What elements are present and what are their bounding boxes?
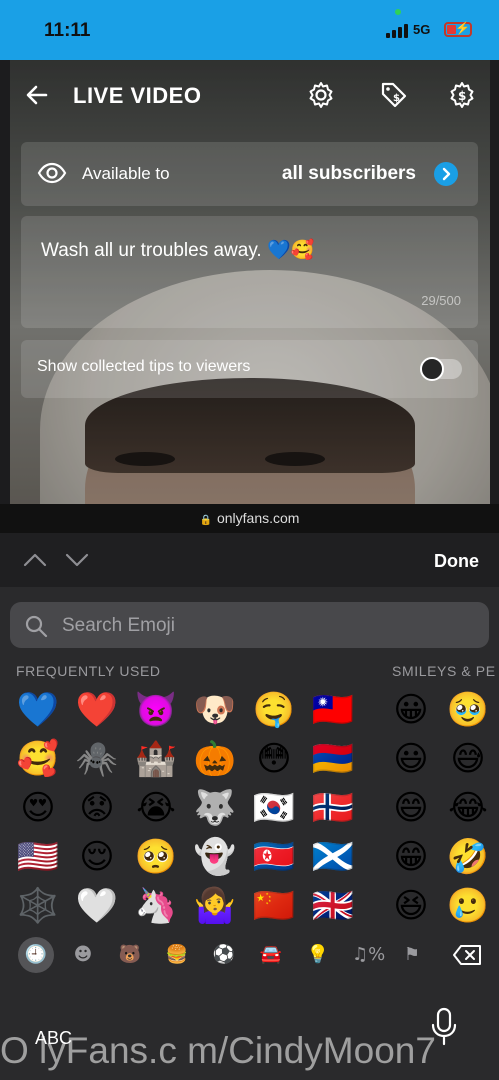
privacy-dot-icon xyxy=(395,9,401,15)
emoji-key[interactable]: 😄 xyxy=(386,783,436,833)
emoji-key[interactable]: 🥲 xyxy=(443,881,493,931)
stream-description-field[interactable]: Wash all ur troubles away. 💙🥰 29/500 xyxy=(21,216,478,328)
emoji-key[interactable]: 🇺🇸 xyxy=(13,832,63,882)
chevron-right-icon[interactable] xyxy=(434,162,458,186)
price-tag-icon[interactable]: $ xyxy=(379,80,409,110)
tip-settings-icon[interactable]: $ xyxy=(447,80,477,110)
live-video-header: LIVE VIDEO $ $ xyxy=(10,60,490,132)
smileys-icon[interactable]: ☻ xyxy=(70,942,96,968)
emoji-key[interactable]: 🇹🇼 xyxy=(308,685,358,735)
emoji-key[interactable]: ❤️ xyxy=(72,685,122,735)
network-label: 5G xyxy=(413,22,431,37)
emoji-key[interactable]: 🐺 xyxy=(190,783,240,833)
status-bar: 11:11 5G ⚡ xyxy=(0,0,499,60)
emoji-search-placeholder: Search Emoji xyxy=(62,615,175,636)
emoji-key[interactable]: 😀 xyxy=(386,685,436,735)
page-title: LIVE VIDEO xyxy=(73,83,202,108)
emoji-key[interactable]: 🇬🇧 xyxy=(308,881,358,931)
emoji-key[interactable]: 🕷️ xyxy=(72,734,122,784)
emoji-key[interactable]: 💙 xyxy=(13,685,63,735)
emoji-key[interactable]: 🇰🇵 xyxy=(249,832,299,882)
emoji-keyboard: Search Emoji FREQUENTLY USED SMILEYS & P… xyxy=(0,587,499,1080)
objects-icon[interactable]: 💡 xyxy=(305,942,331,968)
food-icon[interactable]: 🍔 xyxy=(164,942,190,968)
watermark-text: O lyFans.c m/CindyMoon7 xyxy=(0,1030,436,1071)
emoji-key[interactable]: 🎃 xyxy=(190,734,240,784)
svg-text:$: $ xyxy=(458,89,466,103)
emoji-key[interactable]: 😅 xyxy=(443,734,493,784)
section-smileys: SMILEYS & PE xyxy=(392,663,496,679)
emoji-key[interactable]: 🇨🇳 xyxy=(249,881,299,931)
recent-icon[interactable]: 🕘 xyxy=(18,937,54,973)
activity-icon[interactable]: ⚽ xyxy=(211,942,237,968)
emoji-search-input[interactable]: Search Emoji xyxy=(10,602,489,648)
chevron-down-icon[interactable] xyxy=(64,547,90,573)
character-counter: 29/500 xyxy=(421,293,461,308)
emoji-key[interactable]: 🕸️ xyxy=(13,881,63,931)
back-arrow-icon[interactable] xyxy=(24,82,50,108)
status-time: 11:11 xyxy=(44,20,91,41)
emoji-key[interactable]: 🦄 xyxy=(131,881,181,931)
emoji-key[interactable]: 🤷‍♀️ xyxy=(190,881,240,931)
browser-url-bar: 🔒 onlyfans.com xyxy=(0,504,499,533)
flags-icon[interactable]: ⚑ xyxy=(399,942,425,968)
search-icon xyxy=(25,615,48,638)
availability-selector[interactable]: Available to all subscribers xyxy=(21,142,478,206)
emoji-key[interactable]: 🏴󠁧󠁢󠁳󠁣󠁴󠁿 xyxy=(308,832,358,882)
chevron-up-icon[interactable] xyxy=(22,547,48,573)
emoji-key[interactable]: 🇳🇴 xyxy=(308,783,358,833)
emoji-key[interactable]: 😭 xyxy=(131,783,181,833)
signal-icon xyxy=(386,24,410,38)
emoji-key[interactable]: 🥹 xyxy=(443,685,493,735)
emoji-key[interactable]: 🤣 xyxy=(443,832,493,882)
done-button[interactable]: Done xyxy=(434,551,479,572)
emoji-key[interactable]: 👻 xyxy=(190,832,240,882)
section-frequently-used: FREQUENTLY USED xyxy=(16,663,161,679)
emoji-key[interactable]: 🤤 xyxy=(249,685,299,735)
svg-text:$: $ xyxy=(393,93,400,104)
emoji-key[interactable]: 😆 xyxy=(386,881,436,931)
show-tips-toggle[interactable] xyxy=(420,357,462,381)
travel-icon[interactable]: 🚘 xyxy=(258,942,284,968)
emoji-key[interactable]: 😂 xyxy=(443,783,493,833)
emoji-key[interactable]: 🥺 xyxy=(131,832,181,882)
emoji-key[interactable]: 😍 xyxy=(13,783,63,833)
availability-label: Available to xyxy=(82,164,170,183)
keyboard-accessory-bar: Done xyxy=(0,533,499,587)
emoji-key[interactable]: 🏰 xyxy=(131,734,181,784)
url-text: onlyfans.com xyxy=(216,510,300,526)
lock-icon: 🔒 xyxy=(199,515,212,526)
emoji-key[interactable]: 🤍 xyxy=(72,881,122,931)
delete-backspace-icon[interactable] xyxy=(452,944,482,966)
eye-icon xyxy=(37,162,67,184)
emoji-key[interactable]: 😌 xyxy=(72,832,122,882)
emoji-key[interactable]: 🐶 xyxy=(190,685,240,735)
emoji-key[interactable]: 😃 xyxy=(386,734,436,784)
show-tips-label: Show collected tips to viewers xyxy=(37,358,251,375)
show-tips-row: Show collected tips to viewers xyxy=(21,340,478,398)
emoji-key[interactable]: 😁 xyxy=(386,832,436,882)
emoji-key[interactable]: 😟 xyxy=(72,783,122,833)
animals-icon[interactable]: 🐻 xyxy=(117,942,143,968)
emoji-key[interactable]: 🥰 xyxy=(13,734,63,784)
symbols-icon[interactable]: ♫% xyxy=(352,942,385,968)
emoji-key[interactable]: 🇦🇲 xyxy=(308,734,358,784)
emoji-key[interactable]: 😳 xyxy=(249,734,299,784)
description-text[interactable]: Wash all ur troubles away. 💙🥰 xyxy=(41,238,314,262)
emoji-key[interactable]: 🇰🇷 xyxy=(249,783,299,833)
availability-value: all subscribers xyxy=(281,163,416,184)
battery-icon: ⚡ xyxy=(444,21,472,37)
gear-icon[interactable] xyxy=(306,80,336,110)
emoji-key[interactable]: 👿 xyxy=(131,685,181,735)
